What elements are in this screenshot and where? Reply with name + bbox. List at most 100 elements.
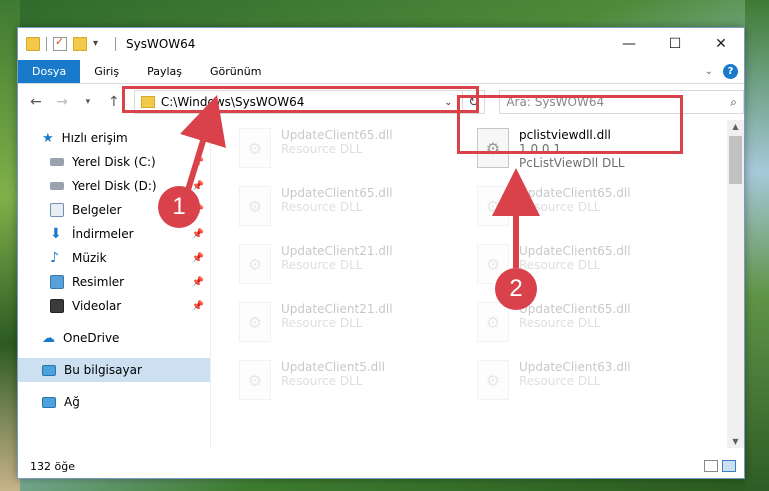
nav-label: Bu bilgisayar (64, 363, 142, 377)
minimize-button[interactable]: — (606, 28, 652, 60)
ribbon-right: ⌄ ? (705, 60, 744, 83)
file-name: UpdateClient5.dll (281, 360, 385, 374)
divider (115, 37, 116, 51)
tiles-view-icon[interactable] (722, 460, 736, 472)
dll-file-icon: ⚙ (477, 186, 509, 226)
file-item[interactable]: ⚙ UpdateClient65.dll Resource DLL (477, 186, 707, 242)
cloud-icon: ☁ (42, 330, 55, 346)
search-icon[interactable]: ⌕ (730, 95, 737, 110)
tab-share[interactable]: Paylaş (133, 60, 196, 83)
documents-icon (50, 203, 64, 217)
dll-file-icon: ⚙ (239, 186, 271, 226)
file-type: Resource DLL (281, 142, 363, 156)
videos-icon (50, 299, 64, 313)
file-type: Resource DLL (281, 316, 363, 330)
expand-ribbon-icon[interactable]: ⌄ (705, 66, 713, 77)
file-type: Resource DLL (519, 374, 601, 388)
nav-label: Resimler (72, 275, 125, 289)
scroll-down-icon[interactable]: ▼ (727, 437, 744, 446)
computer-icon (42, 364, 56, 376)
file-name: UpdateClient65.dll (519, 302, 631, 316)
file-type: Resource DLL (281, 200, 363, 214)
drive-icon (50, 182, 64, 190)
recent-locations-icon[interactable]: ▾ (78, 97, 98, 107)
music-icon: ♪ (50, 250, 59, 266)
downloads-icon: ⬇ (50, 226, 62, 242)
details-view-icon[interactable] (704, 460, 718, 472)
maximize-button[interactable]: ☐ (652, 28, 698, 60)
scroll-thumb[interactable] (729, 136, 742, 184)
title-bar: ▾ SysWOW64 — ☐ ✕ (18, 28, 744, 60)
pin-icon: 📌 (191, 276, 204, 288)
nav-label: Müzik (72, 251, 107, 265)
dll-file-icon: ⚙ (239, 244, 271, 284)
file-type: Resource DLL (519, 316, 601, 330)
file-type: PcListViewDll DLL (519, 156, 625, 170)
help-icon[interactable]: ? (723, 64, 738, 79)
nav-label: Ağ (64, 395, 80, 409)
file-item[interactable]: ⚙ UpdateClient65.dll Resource DLL (239, 128, 469, 184)
nav-label: Yerel Disk (D:) (72, 179, 157, 193)
nav-label: İndirmeler (72, 227, 134, 241)
up-arrow-icon[interactable]: ↑ (104, 94, 124, 110)
file-name: UpdateClient21.dll (281, 244, 393, 258)
nav-item-videos[interactable]: Videolar 📌 (18, 294, 210, 318)
file-name: UpdateClient63.dll (519, 360, 631, 374)
file-item[interactable]: ⚙ UpdateClient65.dll Resource DLL (477, 302, 707, 358)
dll-file-icon: ⚙ (477, 360, 509, 400)
item-count: 132 öğe (30, 459, 75, 473)
forward-arrow-icon[interactable]: → (52, 94, 72, 110)
tab-home[interactable]: Giriş (80, 60, 133, 83)
nav-label: OneDrive (63, 331, 120, 345)
file-type: Resource DLL (519, 258, 601, 272)
tab-view[interactable]: Görünüm (196, 60, 275, 83)
file-name: UpdateClient21.dll (281, 302, 393, 316)
file-item[interactable]: ⚙ UpdateClient21.dll Resource DLL (239, 244, 469, 300)
status-bar: 132 öğe (18, 454, 744, 478)
window-title: SysWOW64 (126, 37, 196, 51)
new-folder-icon[interactable] (73, 37, 87, 51)
file-name: UpdateClient65.dll (519, 186, 631, 200)
scroll-up-icon[interactable]: ▲ (727, 122, 744, 131)
dll-file-icon: ⚙ (239, 128, 271, 168)
properties-icon[interactable] (53, 35, 67, 51)
nav-label: Yerel Disk (C:) (72, 155, 156, 169)
nav-item-music[interactable]: ♪ Müzik 📌 (18, 246, 210, 270)
nav-network[interactable]: Ağ (18, 390, 210, 414)
file-type: Resource DLL (519, 200, 601, 214)
nav-onedrive[interactable]: ☁ OneDrive (18, 326, 210, 350)
file-item[interactable]: ⚙ UpdateClient63.dll Resource DLL (477, 360, 707, 416)
file-item[interactable]: ⚙ UpdateClient5.dll Resource DLL (239, 360, 469, 416)
file-list: ⚙ UpdateClient65.dll Resource DLL ⚙ Updat… (211, 120, 744, 448)
desktop-wallpaper-right (745, 0, 769, 491)
nav-quick-access[interactable]: ★ Hızlı erişim (18, 126, 210, 150)
vertical-scrollbar[interactable]: ▲ ▼ (727, 120, 744, 448)
file-name: UpdateClient65.dll (519, 244, 631, 258)
file-name: UpdateClient65.dll (281, 128, 393, 142)
close-button[interactable]: ✕ (698, 28, 744, 60)
body-area: ★ Hızlı erişim Yerel Disk (C:) 📌 Yerel D… (18, 120, 744, 448)
file-type: Resource DLL (281, 258, 363, 272)
nav-label: Videolar (72, 299, 122, 313)
customize-toolbar-icon[interactable]: ▾ (93, 37, 107, 51)
network-icon (42, 396, 56, 408)
pin-icon: 📌 (191, 228, 204, 240)
dll-file-icon: ⚙ (239, 360, 271, 400)
window-controls: — ☐ ✕ (606, 28, 744, 60)
back-arrow-icon[interactable]: ← (26, 94, 46, 110)
nav-item-local-disk-c[interactable]: Yerel Disk (C:) 📌 (18, 150, 210, 174)
quick-access-toolbar: ▾ (26, 35, 107, 51)
step-2-badge: 2 (495, 268, 537, 310)
file-item[interactable]: ⚙ UpdateClient21.dll Resource DLL (239, 302, 469, 358)
star-icon: ★ (42, 130, 54, 146)
step-1-badge: 1 (158, 186, 200, 228)
file-name: UpdateClient65.dll (281, 186, 393, 200)
pictures-icon (50, 275, 64, 289)
nav-this-pc[interactable]: Bu bilgisayar (18, 358, 210, 382)
tab-file[interactable]: Dosya (18, 60, 81, 83)
nav-label: Hızlı erişim (61, 131, 128, 145)
nav-item-pictures[interactable]: Resimler 📌 (18, 270, 210, 294)
file-item[interactable]: ⚙ UpdateClient65.dll Resource DLL (239, 186, 469, 242)
